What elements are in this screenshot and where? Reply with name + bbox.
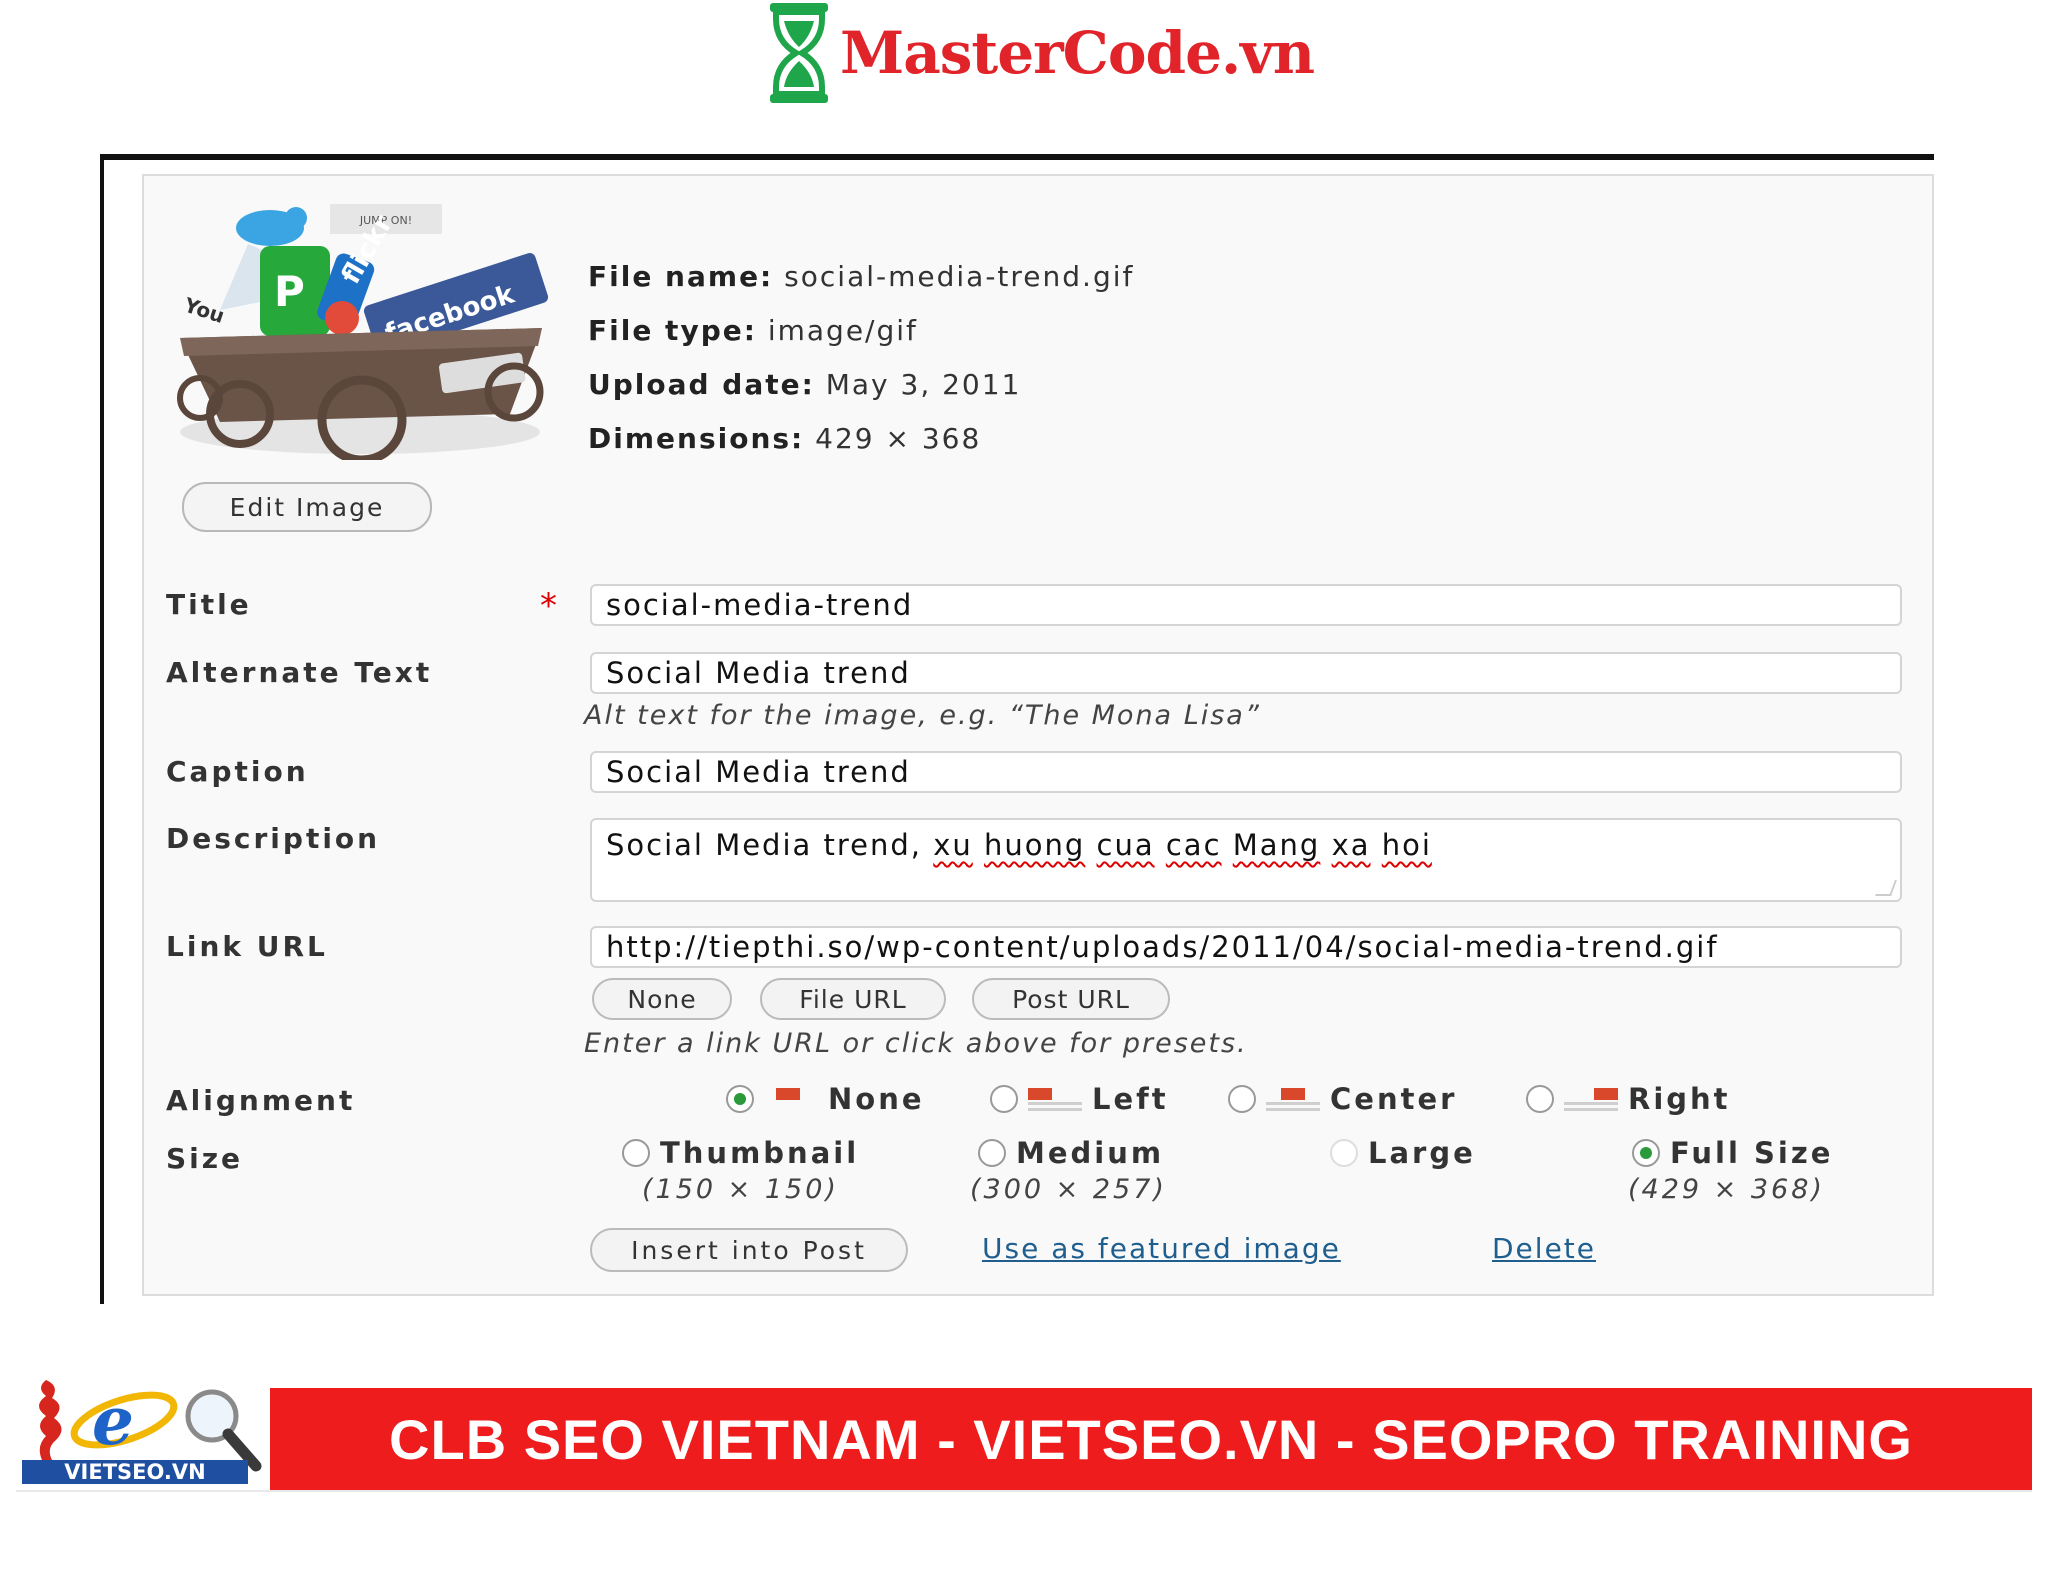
align-left-option[interactable]: Left: [990, 1082, 1169, 1116]
size-full-option[interactable]: Full Size: [1632, 1136, 1833, 1170]
file-type-value: image/gif: [767, 314, 918, 347]
radio-icon[interactable]: [990, 1085, 1018, 1113]
radio-icon[interactable]: [1526, 1085, 1554, 1113]
alt-text-label: Alternate Text: [166, 656, 433, 689]
link-file-url-button[interactable]: File URL: [760, 978, 946, 1020]
hourglass-icon: [770, 3, 828, 103]
upload-date-row: Upload date: May 3, 2011: [588, 368, 1022, 401]
size-label: Size: [166, 1142, 244, 1175]
link-url-input[interactable]: http://tiepthi.so/wp-content/uploads/201…: [590, 926, 1902, 968]
resize-handle-icon[interactable]: [1875, 880, 1897, 896]
attachment-thumbnail: JUMP ON! P flickr facebook You: [177, 204, 549, 460]
description-label: Description: [166, 822, 381, 855]
caption-label: Caption: [166, 755, 309, 788]
vietseo-logo: e VIETSEO.VN: [22, 1380, 262, 1484]
link-url-hint: Enter a link URL or click above for pres…: [584, 1028, 1248, 1059]
size-thumbnail-dims: (150 × 150): [642, 1174, 839, 1205]
file-name-value: social-media-trend.gif: [784, 260, 1135, 293]
radio-icon[interactable]: [1228, 1085, 1256, 1113]
brand-name: MasterCode.vn: [840, 19, 1315, 87]
edit-image-button[interactable]: Edit Image: [182, 482, 432, 532]
size-medium-option[interactable]: Medium: [978, 1136, 1164, 1170]
size-large-option[interactable]: Large: [1330, 1136, 1476, 1170]
alt-text-input[interactable]: Social Media trend: [590, 652, 1902, 694]
align-right-option[interactable]: Right: [1526, 1082, 1731, 1116]
mastercode-logo: MasterCode.vn: [764, 0, 1315, 106]
align-center-icon: [1266, 1086, 1320, 1112]
size-medium-dims: (300 × 257): [970, 1174, 1167, 1205]
caption-input[interactable]: Social Media trend: [590, 751, 1902, 793]
size-full-dims: (429 × 368): [1628, 1174, 1825, 1205]
align-none-icon: [764, 1086, 818, 1112]
use-as-featured-image-link[interactable]: Use as featured image: [982, 1232, 1341, 1265]
dimensions-row: Dimensions: 429 × 368: [588, 422, 982, 455]
radio-selected-icon[interactable]: [1632, 1139, 1660, 1167]
thumb-youtube-text: You: [180, 292, 227, 328]
description-textarea[interactable]: Social Media trend, xu huong cua cac Man…: [590, 818, 1902, 902]
vietseo-logo-text: VIETSEO.VN: [64, 1460, 205, 1484]
delete-link[interactable]: Delete: [1492, 1232, 1596, 1265]
alt-text-hint: Alt text for the image, e.g. “The Mona L…: [584, 700, 1261, 731]
file-type-row: File type: image/gif: [588, 314, 918, 347]
size-thumbnail-option[interactable]: Thumbnail: [622, 1136, 859, 1170]
link-post-url-button[interactable]: Post URL: [972, 978, 1170, 1020]
alignment-label: Alignment: [166, 1084, 356, 1117]
radio-selected-icon[interactable]: [726, 1085, 754, 1113]
dimensions-value: 429 × 368: [815, 422, 982, 455]
align-center-option[interactable]: Center: [1228, 1082, 1457, 1116]
required-mark: *: [540, 586, 557, 626]
upload-date-value: May 3, 2011: [825, 368, 1022, 401]
svg-text:P: P: [274, 267, 305, 316]
link-url-label: Link URL: [166, 930, 328, 963]
footer-banner-text: CLB SEO VIETNAM - VIETSEO.VN - SEOPRO TR…: [389, 1407, 1913, 1471]
radio-icon[interactable]: [622, 1139, 650, 1167]
radio-icon[interactable]: [978, 1139, 1006, 1167]
align-right-icon: [1564, 1086, 1618, 1112]
footer-banner: CLB SEO VIETNAM - VIETSEO.VN - SEOPRO TR…: [270, 1388, 2032, 1490]
svg-text:e: e: [92, 1382, 134, 1460]
title-input[interactable]: social-media-trend: [590, 584, 1902, 626]
insert-into-post-button[interactable]: Insert into Post: [590, 1228, 908, 1272]
link-none-button[interactable]: None: [592, 978, 732, 1020]
align-left-icon: [1028, 1086, 1082, 1112]
title-label: Title: [166, 588, 252, 621]
align-none-option[interactable]: None: [726, 1082, 925, 1116]
file-name-row: File name: social-media-trend.gif: [588, 260, 1135, 293]
radio-disabled-icon[interactable]: [1330, 1139, 1358, 1167]
